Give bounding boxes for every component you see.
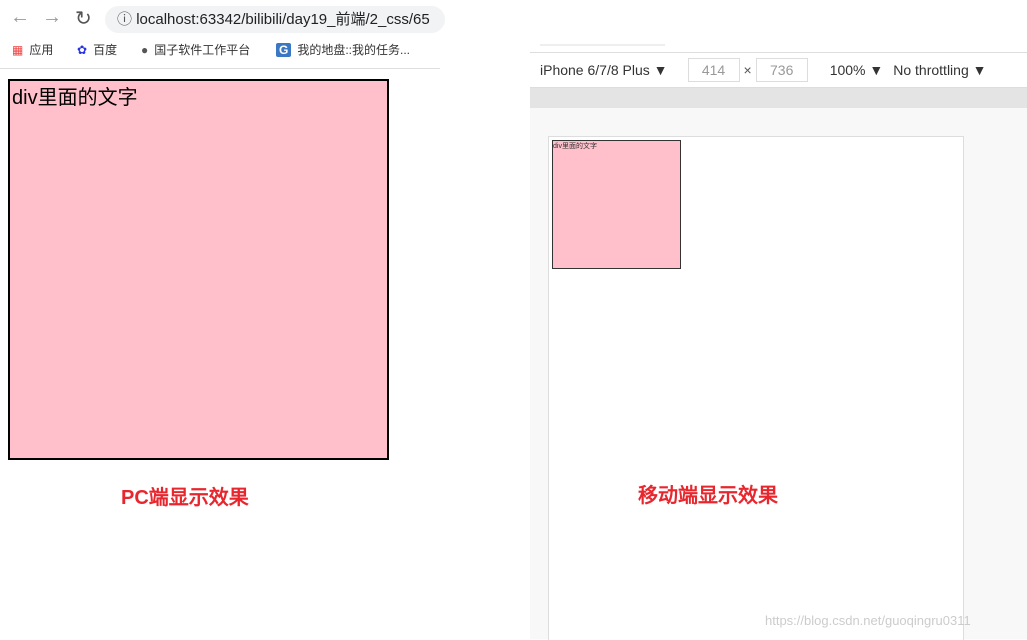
divider — [0, 68, 440, 69]
reload-icon[interactable]: ↻ — [75, 6, 92, 31]
forward-icon[interactable]: → — [42, 6, 62, 29]
throttling-select[interactable]: No throttling ▼ — [893, 62, 986, 78]
media-query-ruler — [530, 88, 1027, 108]
times-sign: × — [743, 62, 752, 78]
apps-grid-icon: ▦ — [12, 42, 24, 57]
zoom-select[interactable]: 100% ▼ — [830, 62, 884, 78]
mobile-div-box: div里面的文字 — [552, 140, 681, 269]
height-input[interactable]: 736 — [755, 58, 808, 82]
width-input[interactable]: 414 — [687, 58, 740, 82]
baidu-paw-icon: ✿ — [77, 42, 88, 57]
bookmark-guozi[interactable]: ● 国子软件工作平台 — [141, 41, 250, 58]
back-icon[interactable]: ← — [10, 6, 30, 29]
globe-icon: ● — [141, 42, 149, 57]
tab-strip — [540, 44, 665, 46]
address-bar[interactable]: ⓘ localhost:63342/bilibili/day19_前端/2_cs… — [105, 6, 445, 33]
device-toolbar: iPhone 6/7/8 Plus ▼ 414 × 736 100% ▼ No … — [530, 52, 1027, 88]
info-icon: ⓘ — [117, 11, 133, 28]
bookmark-apps[interactable]: ▦ 应用 — [12, 41, 53, 58]
pc-div-box: div里面的文字 — [8, 79, 389, 460]
pc-caption: PC端显示效果 — [121, 487, 249, 509]
bookmark-mytasks[interactable]: G 我的地盘::我的任务... — [276, 41, 410, 58]
g-icon: G — [276, 42, 292, 57]
bookmark-baidu[interactable]: ✿ 百度 — [77, 41, 117, 58]
watermark: https://blog.csdn.net/guoqingru0311 — [765, 613, 971, 628]
device-select[interactable]: iPhone 6/7/8 Plus ▼ — [540, 62, 668, 78]
mobile-caption: 移动端显示效果 — [638, 485, 778, 507]
